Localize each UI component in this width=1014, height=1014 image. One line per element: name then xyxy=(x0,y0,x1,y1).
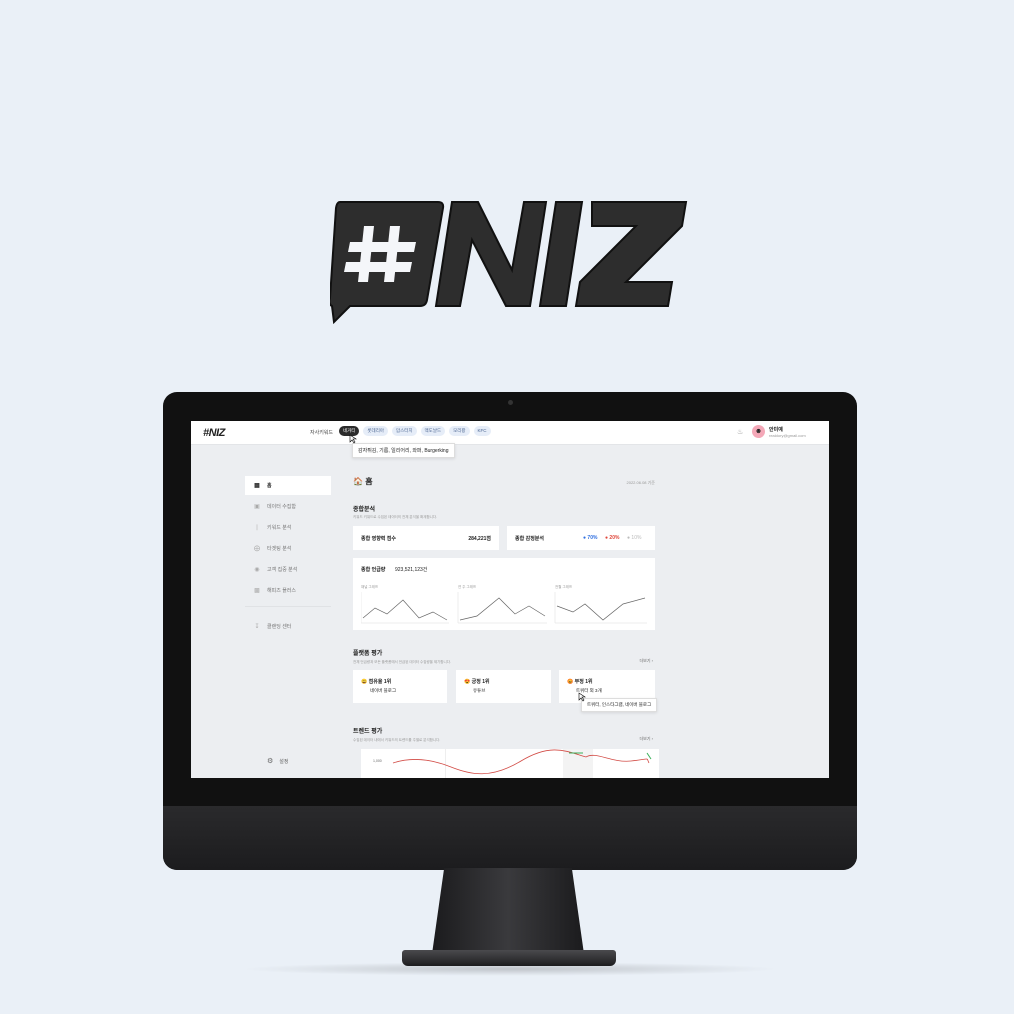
keyword-label: 자사키워드 xyxy=(310,430,334,436)
mini-chart-label: 전월 그래프 xyxy=(555,585,573,589)
user-name: 안미예 xyxy=(769,427,783,433)
mentions-label: 종합 언급량 xyxy=(361,567,386,573)
keyword-chip[interactable]: 맘스터치 xyxy=(391,426,417,436)
platform-card[interactable]: 😀 점유율 1위 네이버 블로그 xyxy=(353,670,447,703)
sidebar-item-label: 고객 집중 분석 xyxy=(267,567,298,573)
mini-chart-label: 연 주 그래프 xyxy=(458,585,477,589)
overall-title: 종합분석 xyxy=(353,507,376,513)
sidebar-item-customer[interactable]: ◉ 고객 집중 분석 xyxy=(245,560,331,579)
user-email: realdory@gmail.com xyxy=(769,433,806,438)
stand-shadow xyxy=(240,962,780,976)
sidebar-item-plus[interactable]: ▩ 해피즈 플러스 xyxy=(245,581,331,600)
sentiment-negative: ● 20% xyxy=(605,535,620,541)
sidebar-item-label: 타겟팅 분석 xyxy=(267,546,292,552)
overall-desc: 키워드 키워드로 수집된 데이터의 전체 분석을 확계합니다. xyxy=(353,515,438,519)
keyword-chips: 네거티 롯데리아 맘스터치 맥도날드 모리꽝 KFC xyxy=(339,426,491,436)
trend-desc: 수집된 데이터 내에서 키워드의 트렌드를 주별로 분석합니다. xyxy=(353,738,441,742)
influence-label: 종합 영향력 점수 xyxy=(361,536,396,542)
mentions-card: 종합 언급량 923,521,123건 채널 그래프 연 주 그래프 전월 그래… xyxy=(353,558,655,630)
sidebar-item-keyword[interactable]: ∣ 키워드 분석 xyxy=(245,518,331,537)
sentiment-label: 종합 감정분석 xyxy=(515,536,544,542)
monitor-stand-neck xyxy=(432,868,584,954)
platform-card-label: 😡 부정 1위 xyxy=(567,679,593,685)
trend-ytick: 1,000 xyxy=(373,759,382,763)
mini-chart-label: 채널 그래프 xyxy=(361,585,379,589)
sentiment-neutral: ● 10% xyxy=(627,535,642,541)
platform-title: 플랫폼 평가 xyxy=(353,651,383,657)
platform-card-value: 유튜브 xyxy=(473,688,486,693)
trend-chart-card: 1,000 xyxy=(361,749,659,778)
influence-value: 284,221점 xyxy=(468,536,491,542)
sentiment-positive: ● 70% xyxy=(583,535,598,541)
top-bar: #NIZ 자사키워드 네거티 롯데리아 맘스터치 맥도날드 모리꽝 KFC ♨ … xyxy=(191,421,829,445)
keyword-chip[interactable]: 롯데리아 xyxy=(363,426,388,436)
platform-card-label: 😀 점유율 1위 xyxy=(361,679,392,685)
sidebar-item-targeting[interactable]: ⨁ 타겟팅 분석 xyxy=(245,539,331,558)
target-icon: ⨁ xyxy=(254,546,260,552)
app-logo[interactable]: #NIZ xyxy=(203,427,225,439)
house-icon: 🏠 xyxy=(353,477,363,486)
sentiment-card: 종합 감정분석 ● 70% ● 20% ● 10% xyxy=(507,526,655,550)
settings-button[interactable]: ⚙ 설정 xyxy=(267,757,288,765)
date-label: 2022.06.08 기준 xyxy=(626,480,656,485)
sidebar-item-label: 데이터 수집함 xyxy=(267,504,296,510)
monitor-chin xyxy=(163,806,857,870)
niz-logo xyxy=(330,201,688,324)
platform-desc: 전체 언급량과 모든 플랫폼에서 언급된 데이터 수집량을 제기합니다. xyxy=(353,660,451,664)
emoji-icon: 😍 xyxy=(464,679,471,685)
compass-icon: ◉ xyxy=(254,567,260,573)
keyword-chip[interactable]: KFC xyxy=(473,426,491,436)
sidebar-item-label: 클랜딩 센터 xyxy=(267,624,292,630)
keyword-tooltip: 감자튀김, 기름, 일리어리, 와퍼, Burgerking xyxy=(352,443,455,458)
mini-line-charts xyxy=(361,592,647,624)
sidebar-item-label: 키워드 분석 xyxy=(267,525,292,531)
box-icon: ▣ xyxy=(254,504,260,510)
platform-card-value: 네이버 블로그 xyxy=(370,688,397,693)
avatar[interactable]: ☻ xyxy=(752,425,765,438)
sidebar-item-center[interactable]: ↧ 클랜딩 센터 xyxy=(245,617,331,636)
trend-title: 트렌드 평가 xyxy=(353,729,383,735)
platform-tooltip: 트위터, 인스타그램, 네이버 블로그 xyxy=(581,698,658,712)
sidebar-item-data[interactable]: ▣ 데이터 수집함 xyxy=(245,497,331,516)
trend-more-link[interactable]: 더보기 › xyxy=(640,736,654,742)
app-screen: #NIZ 자사키워드 네거티 롯데리아 맘스터치 맥도날드 모리꽝 KFC ♨ … xyxy=(191,421,829,778)
emoji-icon: 😡 xyxy=(567,679,574,685)
bell-icon[interactable]: ♨ xyxy=(737,428,743,436)
platform-card-label: 😍 긍정 1위 xyxy=(464,679,490,685)
mentions-value: 923,521,123건 xyxy=(395,567,428,573)
cursor-icon xyxy=(578,692,586,702)
platform-more-link[interactable]: 더보기 › xyxy=(640,658,654,664)
keyword-chip[interactable]: 맥도날드 xyxy=(420,426,446,436)
emoji-icon: 😀 xyxy=(361,679,368,685)
sidebar-item-home[interactable]: ▦ 홈 xyxy=(245,476,331,495)
bar-chart-icon: ∣ xyxy=(255,525,259,531)
sidebar-divider xyxy=(245,606,331,607)
download-icon: ↧ xyxy=(254,624,260,630)
cursor-icon xyxy=(349,434,357,444)
platform-card[interactable]: 😍 긍정 1위 유튜브 xyxy=(456,670,551,703)
dashboard-icon: ▦ xyxy=(254,483,260,489)
settings-label: 설정 xyxy=(279,758,289,765)
monitor: #NIZ 자사키워드 네거티 롯데리아 맘스터치 맥도날드 모리꽝 KFC ♨ … xyxy=(163,392,857,870)
camera xyxy=(508,400,513,405)
sidebar-item-label: 홈 xyxy=(267,483,272,489)
gear-icon: ⚙ xyxy=(267,758,274,765)
influence-card: 종합 영향력 점수 284,221점 xyxy=(353,526,499,550)
trend-line-chart xyxy=(392,749,652,778)
folder-icon: ▩ xyxy=(254,588,260,594)
sidebar: ▦ 홈 ▣ 데이터 수집함 ∣ 키워드 분석 ⨁ 타겟팅 분석 ◉ 고객 집중 분석 ▩ 해… xyxy=(245,476,331,638)
sidebar-item-label: 해피즈 플러스 xyxy=(267,588,296,594)
page-title: 🏠 홈 xyxy=(353,477,373,486)
keyword-chip[interactable]: 모리꽝 xyxy=(449,426,470,436)
